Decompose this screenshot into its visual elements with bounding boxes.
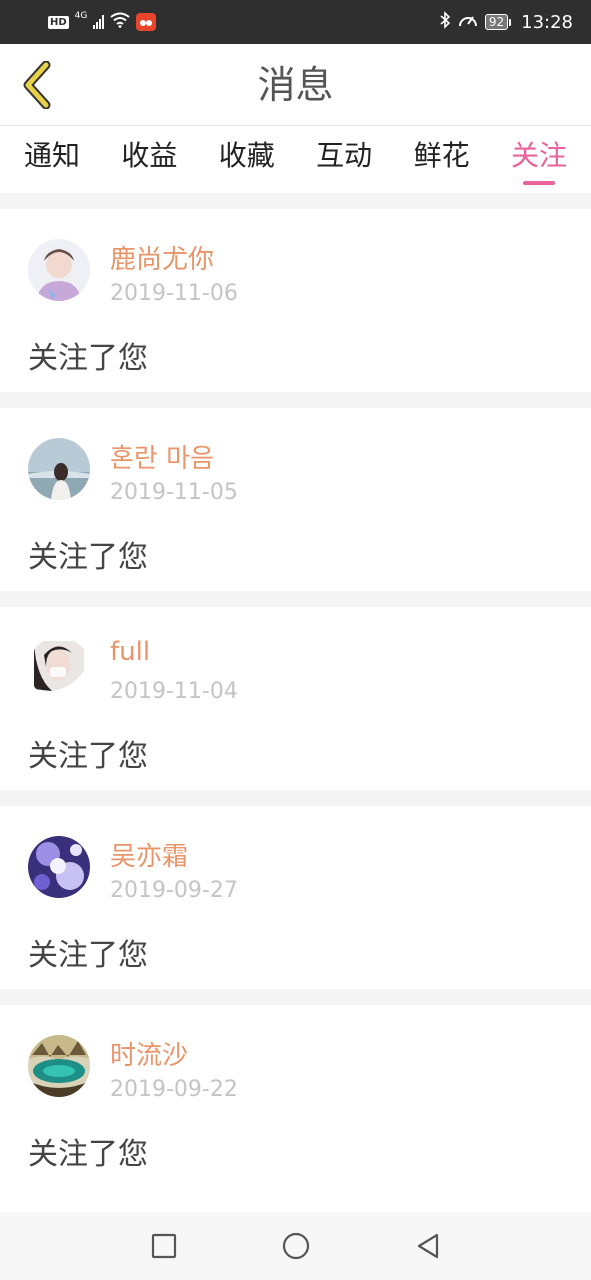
notification-list: 鹿尚尤你 2019-11-06 关注了您 혼란 마음 2019-11-05 关注… — [0, 193, 591, 1188]
bluetooth-icon — [439, 10, 451, 34]
signal-icon — [93, 15, 105, 29]
tab-interactions[interactable]: 互动 — [316, 127, 372, 193]
username[interactable]: 吴亦霜 — [110, 836, 188, 873]
avatar[interactable] — [28, 637, 90, 699]
avatar[interactable] — [28, 438, 90, 500]
system-nav-bar — [0, 1212, 591, 1280]
username[interactable]: full — [110, 637, 150, 667]
tab-label: 通知 — [24, 139, 81, 172]
date: 2019-11-06 — [110, 281, 238, 306]
avatar[interactable] — [28, 1035, 90, 1097]
status-right: 92 13:28 — [439, 10, 573, 34]
date: 2019-09-22 — [110, 1077, 238, 1102]
circle-icon — [282, 1232, 309, 1260]
date: 2019-11-04 — [110, 679, 238, 704]
tab-notifications[interactable]: 通知 — [24, 127, 80, 193]
app-notification-icon — [136, 13, 157, 31]
list-item[interactable]: 鹿尚尤你 2019-11-06 关注了您 — [0, 209, 591, 392]
tab-label: 收藏 — [218, 139, 275, 172]
status-left: HD 4G — [48, 11, 157, 33]
tab-label: 鲜花 — [413, 139, 470, 172]
clock: 13:28 — [521, 11, 573, 33]
username[interactable]: 혼란 마음 — [110, 438, 214, 475]
square-icon — [151, 1233, 176, 1259]
list-item[interactable]: 时流沙 2019-09-22 关注了您 — [0, 1005, 591, 1188]
tab-earnings[interactable]: 收益 — [121, 127, 177, 193]
chevron-left-icon — [23, 61, 51, 109]
action-text: 关注了您 — [28, 739, 148, 774]
battery-level: 92 — [484, 14, 509, 30]
page-title: 消息 — [257, 63, 334, 107]
action-text: 关注了您 — [28, 938, 148, 973]
triangle-back-icon — [417, 1233, 438, 1259]
list-item[interactable]: full 2019-11-04 关注了您 — [0, 607, 591, 790]
header: 消息 — [0, 44, 591, 126]
wifi-icon — [110, 12, 130, 33]
action-text: 关注了您 — [28, 540, 148, 575]
username[interactable]: 时流沙 — [110, 1035, 188, 1072]
date: 2019-09-27 — [110, 878, 238, 903]
tab-follows[interactable]: 关注 — [511, 127, 567, 193]
tab-favorites[interactable]: 收藏 — [219, 127, 275, 193]
recent-apps-button[interactable] — [149, 1231, 179, 1261]
network-type: 4G — [74, 11, 88, 21]
system-back-button[interactable] — [413, 1231, 443, 1261]
list-item[interactable]: 혼란 마음 2019-11-05 关注了您 — [0, 408, 591, 591]
list-item[interactable]: 吴亦霜 2019-09-27 关注了您 — [0, 806, 591, 989]
active-tab-indicator — [522, 181, 555, 185]
back-button[interactable] — [14, 58, 60, 112]
action-text: 关注了您 — [28, 1137, 148, 1172]
action-text: 关注了您 — [28, 341, 148, 376]
tab-label: 互动 — [316, 139, 373, 172]
battery-icon: 92 — [484, 14, 512, 30]
date: 2019-11-05 — [110, 480, 238, 505]
status-bar: HD 4G 92 13:28 — [0, 0, 591, 44]
data-speed-icon — [457, 11, 479, 34]
tab-label: 关注 — [510, 139, 567, 172]
avatar[interactable] — [28, 836, 90, 898]
tab-label: 收益 — [121, 139, 178, 172]
tab-bar: 通知 收益 收藏 互动 鲜花 关注 — [0, 127, 591, 193]
home-button[interactable] — [281, 1231, 311, 1261]
tab-flowers[interactable]: 鲜花 — [414, 127, 470, 193]
avatar[interactable] — [28, 239, 90, 301]
username[interactable]: 鹿尚尤你 — [110, 239, 214, 276]
hd-icon: HD — [48, 15, 69, 29]
